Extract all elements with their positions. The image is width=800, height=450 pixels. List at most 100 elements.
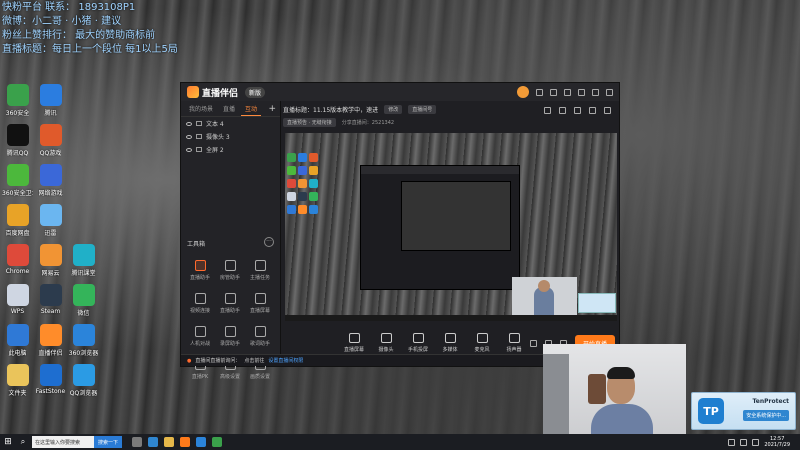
desktop-icon[interactable]: 腾讯课堂 (68, 244, 99, 284)
notice-link[interactable]: 设置直播间权限 (268, 357, 303, 364)
clock[interactable]: 12:57 2021/7/29 (764, 436, 790, 448)
share-icon[interactable] (604, 107, 611, 114)
lock-icon[interactable] (196, 121, 202, 126)
shop-icon[interactable] (559, 107, 566, 114)
tool-item[interactable]: 录屏助手 (215, 323, 245, 356)
eye-icon[interactable] (186, 147, 192, 152)
desktop-icon[interactable]: 网络游戏 (35, 164, 66, 204)
tool-icon (254, 260, 266, 271)
live-companion-taskbar-icon[interactable] (180, 437, 191, 447)
computer-icon (6, 324, 29, 346)
network-icon[interactable] (740, 438, 748, 446)
browser-taskbar-icon[interactable] (196, 437, 207, 447)
source-button[interactable]: 扬声器 (501, 333, 527, 353)
desktop-icon[interactable]: 百度网盘 (2, 204, 33, 244)
file-explorer-icon[interactable] (164, 437, 175, 447)
desktop-icon[interactable]: 此电脑 (2, 324, 33, 364)
desktop-icon[interactable]: Chrome (2, 244, 33, 284)
tenprotect-popup[interactable]: TP TenProtect 安全系统保护中... (691, 392, 796, 430)
bell-icon[interactable] (589, 107, 596, 114)
desktop-icon[interactable]: WPS (2, 284, 33, 324)
tool-item[interactable]: 直播屏幕 (245, 290, 275, 323)
webcam-head (538, 280, 550, 292)
source-button[interactable]: 多媒体 (437, 333, 463, 353)
source-button[interactable]: 麦克风 (469, 333, 495, 353)
tab-live[interactable]: 直播 (219, 102, 239, 115)
desktop-icon-label: 网易云 (41, 270, 60, 277)
source-button[interactable]: 手机投屏 (405, 333, 431, 353)
desktop-icon[interactable]: 直播伴侣 (35, 324, 66, 364)
add-scene-icon[interactable]: + (268, 104, 276, 114)
room-number-chip[interactable]: 直播间号 (408, 105, 437, 114)
desktop-icon[interactable]: FastStone (35, 364, 66, 404)
chart-icon[interactable] (574, 107, 581, 114)
lock-icon[interactable] (196, 134, 202, 139)
desktop-icon[interactable]: 腾讯 (35, 84, 66, 124)
lock-icon[interactable] (196, 147, 202, 152)
desktop-icon[interactable]: QQ浏览器 (68, 364, 99, 404)
tool-item[interactable]: 歌词助手 (245, 323, 275, 356)
maximize-icon[interactable] (592, 88, 599, 96)
controller-icon (39, 164, 62, 186)
message-icon[interactable] (536, 88, 543, 96)
taskbar-search-button[interactable]: 搜索一下 (94, 436, 123, 448)
preview-mini-icon (287, 179, 296, 188)
title-bar: 直播伴侣 新版 (181, 83, 619, 101)
tool-item[interactable]: 直播助手 (185, 257, 215, 290)
scene-item[interactable]: 全屏 2 (181, 143, 280, 156)
stream-preview[interactable] (285, 133, 617, 321)
avatar[interactable] (517, 86, 529, 98)
source-label: 手机投屏 (407, 347, 428, 353)
desktop-icon[interactable]: 网易云 (35, 244, 66, 284)
tool-icon (194, 326, 206, 337)
edge-icon[interactable] (148, 437, 159, 447)
folder-icon (6, 364, 29, 386)
desktop-icon[interactable]: 360安全 (2, 84, 33, 124)
gift-icon[interactable] (544, 107, 551, 114)
preview-chip[interactable]: 直播预告 · 无缝衔接 (283, 117, 336, 127)
desktop-icon[interactable]: 微信 (68, 284, 99, 324)
desktop-icon[interactable]: 360安全卫士 (2, 164, 33, 204)
notice-text: 直播间直播前询问： (195, 358, 241, 364)
minimize-icon[interactable] (578, 88, 585, 96)
desktop-icon[interactable]: 迅雷 (35, 204, 66, 244)
desktop-icon-label: 网络游戏 (38, 190, 63, 197)
source-button[interactable]: 直播屏幕 (341, 333, 367, 353)
eye-icon[interactable] (186, 121, 192, 126)
task-view-icon[interactable] (132, 437, 143, 447)
tab-scenes[interactable]: 我的场景 (185, 102, 217, 115)
wechat-taskbar-icon[interactable] (212, 437, 223, 447)
windows-start-icon[interactable]: ⊞ (0, 434, 16, 450)
tool-item[interactable]: 人机对战 (185, 323, 215, 356)
desktop-icon-label: QQ游戏 (39, 150, 62, 157)
source-icon (508, 333, 520, 343)
eye-icon[interactable] (186, 134, 192, 139)
tool-label: 主播任务 (249, 275, 270, 281)
tool-item[interactable]: 房管助手 (215, 257, 245, 290)
desktop-icon[interactable]: 文件夹 (2, 364, 33, 404)
overlay-line: 直播标题：每日上一个段位 每1以上5局 (2, 44, 178, 55)
desktop-icon[interactable]: 360浏览器 (68, 324, 99, 364)
desktop-icon[interactable]: QQ游戏 (35, 124, 66, 164)
desktop-icon[interactable]: Steam (35, 284, 66, 324)
menu-icon[interactable] (564, 88, 571, 96)
volume-icon[interactable] (752, 438, 760, 446)
settings-icon[interactable] (550, 88, 557, 96)
source-button[interactable]: 摄像头 (373, 333, 399, 353)
desktop-icon[interactable]: 腾讯QQ (2, 124, 33, 164)
close-icon[interactable] (606, 88, 613, 96)
scene-item[interactable]: 文本 4 (181, 117, 280, 130)
tool-item[interactable]: 直播助手 (215, 290, 245, 323)
scene-item[interactable]: 摄像头 3 (181, 130, 280, 143)
taskbar-search-input[interactable]: 在这里输入你要搜索 (32, 436, 94, 448)
tab-interact[interactable]: 互动 (241, 102, 262, 116)
tray-icon[interactable] (728, 438, 736, 446)
warning-icon: ● (187, 357, 192, 364)
search-icon[interactable]: ⌕ (16, 437, 30, 447)
edit-title-button[interactable]: 修改 (384, 105, 403, 114)
tool-item[interactable]: 视频连接 (185, 290, 215, 323)
more-tools-button[interactable]: ··· (264, 237, 274, 247)
title-bar-controls (517, 86, 613, 98)
tool-item[interactable]: 主播任务 (245, 257, 275, 290)
camera-icon[interactable] (529, 339, 537, 347)
